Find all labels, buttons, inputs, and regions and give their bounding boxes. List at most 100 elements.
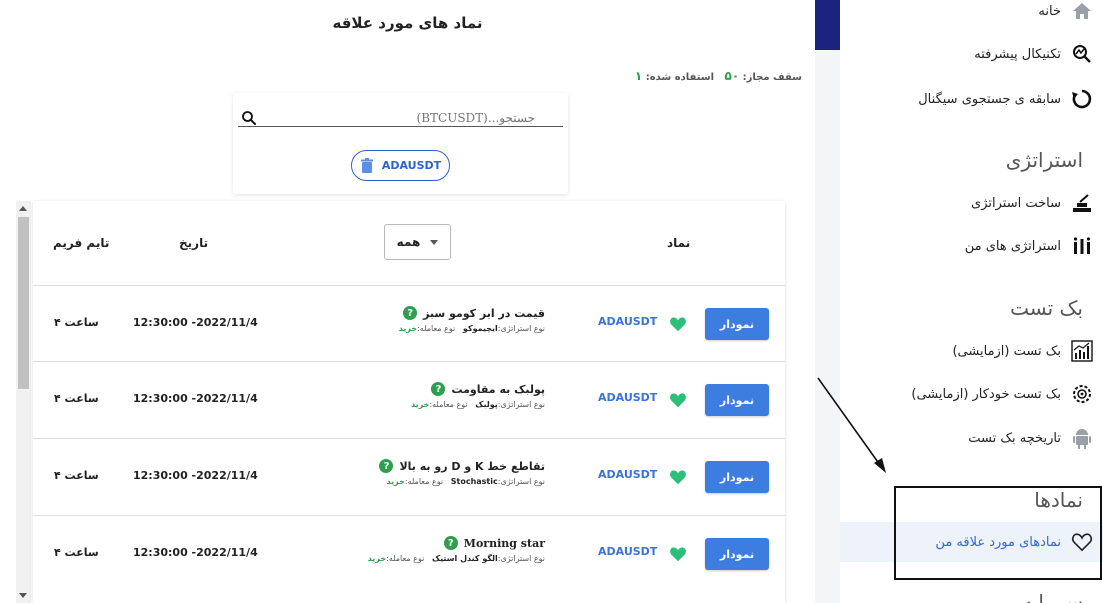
sidebar-item-my-strategies[interactable]: استراتژی های من (965, 233, 1093, 259)
page-title: نماد های مورد علاقه (332, 14, 483, 32)
annotation-highlight-box (894, 486, 1102, 580)
trade-type-label: نوع معامله: (404, 477, 444, 486)
history-icon (1071, 88, 1093, 110)
row-timeframe: ۴ ساعت (54, 392, 99, 405)
sidebar-item-label: تاریخچه بک تست (968, 430, 1061, 446)
table-row: ۴ ساعت 12:30:00 -2022/11/4 قیمت در ابر ک… (33, 285, 785, 362)
accent-bar (815, 0, 840, 50)
header-symbol: نماد (667, 236, 691, 250)
row-strategy: قیمت در ابر کومو سبز? نوع استراتژی:ایچیم… (399, 306, 545, 333)
trash-icon[interactable] (360, 157, 374, 174)
sidebar-item-label: سابقه ی جستجوی سیگنال (918, 91, 1061, 107)
row-date: 12:30:00 -2022/11/4 (133, 469, 258, 482)
table-row: ۴ ساعت 12:30:00 -2022/11/4 تقاطع خط K و … (33, 438, 785, 515)
sidebar-item-label: استراتژی های من (964, 238, 1061, 254)
quota-limit-value: ۵۰ (724, 69, 740, 83)
app-root: نماد های مورد علاقه سقف مجاز: ۵۰ استفاده… (0, 0, 1103, 603)
row-symbol-link[interactable]: ADAUSDT (598, 468, 657, 481)
sidebar-item-signal-history[interactable]: سابقه ی جستجوی سیگنال (918, 86, 1093, 112)
strategy-type: ایچیموکو (462, 324, 498, 333)
row-timeframe: ۴ ساعت (54, 546, 99, 559)
strategy-type-label: نوع استراتژی: (497, 400, 545, 409)
sidebar-item-auto-backtest[interactable]: بک تست خودکار (ازمایشی) (911, 381, 1093, 407)
strategy-type-label: نوع استراتژی: (497, 554, 545, 563)
android-icon (1071, 427, 1093, 449)
strategy-type-label: نوع استراتژی: (497, 477, 545, 486)
chart-button[interactable]: نمودار (705, 384, 769, 416)
row-strategy: Morning star? نوع استراتژی:الگو کندل است… (368, 536, 545, 563)
chart-button[interactable]: نمودار (705, 308, 769, 340)
help-icon[interactable]: ? (403, 306, 418, 320)
heart-icon[interactable] (669, 546, 687, 562)
row-date: 12:30:00 -2022/11/4 (133, 316, 258, 329)
sidebar-item-label: بک تست خودکار (ازمایشی) (911, 386, 1061, 402)
quota-used-label: استفاده شده: (645, 72, 715, 83)
scroll-thumb[interactable] (18, 217, 29, 389)
strategy-type: پولبک (475, 400, 498, 409)
home-icon (1071, 0, 1093, 22)
sidebar-item-label: خانه (1038, 3, 1061, 19)
trade-type: خرید (367, 554, 387, 563)
filter-selected-value: همه (396, 235, 421, 249)
sidebar-heading-backtest: بک تست (1010, 296, 1083, 320)
search-underline (238, 126, 563, 127)
favorite-symbol-chip[interactable]: ADAUSDT (351, 150, 450, 181)
strategy-icon (1071, 235, 1093, 257)
help-icon[interactable]: ? (431, 382, 446, 396)
strategy-type-label: نوع استراتژی: (497, 324, 545, 333)
heart-icon[interactable] (669, 469, 687, 485)
trade-type-label: نوع معامله: (429, 400, 468, 409)
chart-button[interactable]: نمودار (705, 538, 769, 570)
quota-limit-label: سقف مجاز: (742, 72, 802, 83)
trade-type: خرید (398, 324, 418, 333)
row-strategy: تقاطع خط K و D رو به بالا? نوع استراتژی:… (379, 459, 545, 486)
help-icon[interactable]: ? (379, 459, 394, 473)
gear-brain-icon (1071, 383, 1093, 405)
strategy-type: الگو کندل استیک (431, 554, 498, 563)
row-strategy: پولبک به مقاومت? نوع استراتژی:پولبک نوع … (411, 382, 545, 409)
row-date: 12:30:00 -2022/11/4 (133, 392, 258, 405)
scroll-down-arrow-icon[interactable] (19, 593, 27, 598)
row-timeframe: ۴ ساعت (54, 316, 99, 329)
strategy-name: Morning star (463, 536, 545, 550)
sidebar-item-home[interactable]: خانه (1038, 0, 1093, 24)
sidebar-item-label: تکنیکال پیشرفته (974, 46, 1061, 62)
table-row: ۴ ساعت 12:30:00 -2022/11/4 پولبک به مقاو… (33, 361, 785, 438)
heart-icon[interactable] (669, 392, 687, 408)
strategy-filter-select[interactable]: همه (384, 224, 451, 260)
sidebar-heading-next: سرمایه (1022, 590, 1083, 603)
search-input[interactable] (263, 109, 535, 127)
chart-icon (1071, 340, 1093, 362)
table-row: ۴ ساعت 12:30:00 -2022/11/4 Morning star?… (33, 515, 785, 592)
annotation-arrow-icon (817, 377, 886, 473)
table-scrollbar[interactable] (16, 201, 31, 603)
chart-button[interactable]: نمودار (705, 461, 769, 493)
row-timeframe: ۴ ساعت (54, 469, 99, 482)
row-symbol-link[interactable]: ADAUSDT (598, 545, 657, 558)
search-card: ADAUSDT (233, 93, 568, 194)
search-icon[interactable] (240, 109, 258, 127)
help-icon[interactable]: ? (443, 536, 458, 550)
row-symbol-link[interactable]: ADAUSDT (598, 315, 657, 328)
strategy-name: قیمت در ابر کومو سبز (423, 306, 545, 320)
sidebar-item-backtest-history[interactable]: تاریخچه بک تست (968, 425, 1093, 451)
main-content: نماد های مورد علاقه سقف مجاز: ۵۰ استفاده… (0, 0, 815, 603)
trade-type-label: نوع معامله: (417, 324, 456, 333)
row-symbol-link[interactable]: ADAUSDT (598, 391, 657, 404)
magnify-chart-icon (1071, 43, 1093, 65)
trade-type-label: نوع معامله: (386, 554, 425, 563)
quota-info: سقف مجاز: ۵۰ استفاده شده: ۱ (635, 69, 802, 83)
sidebar-item-build-strategy[interactable]: ساخت استراتژی (971, 190, 1093, 216)
sidebar-heading-strategy: استراتژی (1005, 148, 1083, 172)
header-date: تاریخ (179, 236, 209, 250)
trade-type: خرید (411, 400, 430, 409)
strategy-name: تقاطع خط K و D رو به بالا (399, 459, 545, 473)
header-timeframe: تایم فریم (53, 236, 110, 250)
sidebar-item-advanced-technical[interactable]: تکنیکال پیشرفته (974, 41, 1093, 67)
sidebar-item-backtest[interactable]: بک تست (ازمایشی) (952, 338, 1093, 364)
chevron-down-icon (430, 239, 439, 245)
heart-icon[interactable] (669, 316, 687, 332)
sidebar-item-label: ساخت استراتژی (971, 195, 1061, 211)
scroll-up-arrow-icon[interactable] (19, 206, 27, 211)
chip-label: ADAUSDT (381, 159, 442, 172)
